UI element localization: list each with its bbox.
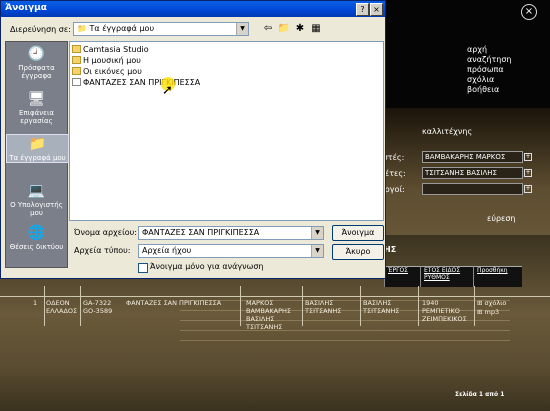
row-add-comment[interactable]: ⊞ σχόλιο: [477, 299, 506, 307]
add-comment-label: σχόλιο: [484, 299, 507, 307]
column-divider: [418, 286, 419, 326]
file-name: Camtasia Studio: [83, 45, 149, 54]
column-divider: [302, 286, 303, 326]
nav-home-link[interactable]: αρχή: [467, 45, 511, 55]
dialog-title: Άνοιγμα: [5, 3, 47, 13]
place-desktop[interactable]: 🖥 Επιφάνεια εργασίας: [6, 90, 67, 125]
add-mp3-icon: ⊞: [477, 308, 483, 316]
desktop-icon: 🖥: [27, 91, 46, 107]
composers-add-icon[interactable]: +: [524, 169, 532, 177]
mouse-pointer-icon: ➚: [162, 83, 173, 98]
look-in-folder-icon: 📁: [77, 24, 90, 33]
file-type-label: Αρχεία τύπου:: [74, 246, 131, 255]
filename-input[interactable]: ΦΑΝΤΑΖΕΣ ΣΑΝ ΠΡΙΓΚΙΠΕΣΣΑ ▼: [138, 226, 324, 240]
app-nav-menu: αρχή αναζήτηση πρόσωπα σχόλια βοήθεια: [467, 45, 511, 95]
look-in-dropdown[interactable]: 📁 Τα έγγραφά μου ▼: [73, 22, 249, 36]
list-item[interactable]: Οι εικόνες μου: [72, 66, 142, 77]
file-name: ΦΑΝΤΑΖΕΣ ΣΑΝ ΠΡΙΓΚΙΠΕΣΣΑ: [83, 78, 201, 87]
header-year-genre[interactable]: ΕΤΟΣ ΕΙΔΟΣ ΡΥΘΜΟΣ: [420, 266, 474, 287]
composers-field[interactable]: ΤΣΙΤΣΑΝΗΣ ΒΑΣΙΛΗΣ: [422, 167, 523, 179]
table-row-divider: [0, 296, 550, 297]
chevron-down-icon: ▼: [311, 227, 323, 239]
dialog-titlebar[interactable]: Άνοιγμα ? ×: [1, 1, 385, 17]
chevron-down-icon: ▼: [311, 245, 323, 257]
row-singers: ΜΑΡΚΟΣ ΒΑΜΒΑΚΑΡΗΣ ΒΑΣΙΛΗΣ ΤΣΙΤΣΑΝΗΣ: [246, 299, 292, 331]
network-icon: 🌐: [27, 225, 46, 241]
help-button[interactable]: ?: [356, 3, 369, 16]
header-add[interactable]: Προσθήκη: [473, 266, 522, 287]
nav-search-link[interactable]: αναζήτηση: [467, 55, 511, 65]
audio-file-icon: [72, 78, 81, 86]
row-company: ΟΔΕΟΝ ΕΛΛΑΔΟΣ: [46, 299, 78, 315]
row-add-mp3[interactable]: ⊞ mp3: [477, 308, 499, 316]
lyricists-add-icon[interactable]: +: [524, 185, 532, 193]
performers-add-icon[interactable]: +: [524, 153, 532, 161]
nav-people-link[interactable]: πρόσωπα: [467, 65, 511, 75]
column-divider: [240, 286, 241, 326]
look-in-value: Τα έγγραφά μου: [89, 24, 155, 33]
place-recent-documents[interactable]: 🕘 Πρόσφατα έγγραφα: [6, 45, 67, 80]
look-in-label: Διερεύνηση σε:: [10, 25, 71, 34]
file-list: Camtasia Studio Η μουσική μου Οι εικόνες…: [69, 41, 384, 221]
search-link[interactable]: εύρεση: [487, 214, 516, 223]
place-label: Ο Υπολογιστής μου: [10, 201, 63, 217]
row-catalog: GA-7322 GO-3589: [83, 299, 113, 315]
cancel-button[interactable]: Άκυρο: [332, 244, 384, 260]
place-network[interactable]: 🌐 Θέσεις δικτύου: [6, 224, 67, 251]
app-close-icon[interactable]: ×: [521, 4, 537, 20]
row-title[interactable]: ΦΑΝΤΑΖΕΣ ΣΑΝ ΠΡΙΓΚΙΠΕΣΣΑ: [126, 299, 221, 307]
folder-icon: [72, 45, 81, 53]
place-my-documents[interactable]: 📁 Τα έγγραφά μου: [6, 134, 69, 163]
row-lyricist: ΒΑΣΙΛΗΣ ΤΣΙΤΣΑΝΗΣ: [363, 299, 400, 315]
artist-heading: καλλιτέχνης: [422, 127, 473, 136]
place-label: Τα έγγραφά μου: [9, 154, 66, 162]
list-item[interactable]: Η μουσική μου: [72, 55, 141, 66]
file-type-value: Αρχεία ήχου: [142, 246, 192, 255]
places-bar: 🕘 Πρόσφατα έγγραφα 🖥 Επιφάνεια εργασίας …: [5, 41, 69, 268]
back-icon[interactable]: ⇦: [261, 22, 275, 36]
lyricists-field[interactable]: [422, 183, 523, 195]
column-divider: [360, 286, 361, 326]
dialog-close-button[interactable]: ×: [370, 3, 383, 16]
views-menu-icon[interactable]: ▦: [309, 22, 323, 36]
folder-icon: [72, 67, 81, 75]
add-mp3-label: mp3: [484, 308, 500, 316]
place-my-computer[interactable]: 💻 Ο Υπολογιστής μου: [6, 182, 67, 217]
my-documents-icon: 📁: [28, 136, 47, 152]
place-label: Θέσεις δικτύου: [9, 243, 64, 251]
up-folder-icon[interactable]: 📁: [277, 22, 291, 36]
column-divider: [80, 286, 81, 326]
nav-help-link[interactable]: βοήθεια: [467, 85, 511, 95]
file-name: Η μουσική μου: [83, 56, 141, 65]
new-folder-icon[interactable]: ✱: [293, 22, 307, 36]
performers-field[interactable]: ΒΑΜΒΑΚΑΡΗΣ ΜΑΡΚΟΣ: [422, 151, 523, 163]
column-divider: [44, 286, 45, 326]
list-item[interactable]: ΦΑΝΤΑΖΕΣ ΣΑΝ ΠΡΙΓΚΙΠΕΣΣΑ: [72, 77, 200, 88]
file-name: Οι εικόνες μου: [83, 67, 142, 76]
pagination-text: Σελίδα 1 από 1: [455, 391, 505, 398]
folder-icon: [72, 56, 81, 64]
add-comment-icon: ⊞: [477, 299, 483, 307]
read-only-label: Άνοιγμα μόνο για ανάγνωση: [150, 262, 264, 271]
column-divider: [474, 286, 475, 326]
filename-value: ΦΑΝΤΑΖΕΣ ΣΑΝ ΠΡΙΓΚΙΠΕΣΣΑ: [142, 228, 260, 237]
filename-label: Όνομα αρχείου:: [74, 228, 137, 237]
row-year-genre: 1940 ΡΕΜΠΕΤΙΚΟ ΖΕΙΜΠΕΚΙΚΟΣ: [422, 299, 467, 323]
row-number: 1: [33, 299, 38, 307]
recent-docs-icon: 🕘: [27, 46, 46, 62]
read-only-checkbox[interactable]: [138, 263, 148, 273]
row-composer: ΒΑΣΙΛΗΣ ΤΣΙΤΣΑΝΗΣ: [305, 299, 342, 315]
chevron-down-icon: ▼: [236, 23, 248, 35]
nav-comments-link[interactable]: σχόλια: [467, 75, 511, 85]
file-type-dropdown[interactable]: Αρχεία ήχου ▼: [138, 244, 324, 258]
place-label: Επιφάνεια εργασίας: [19, 109, 54, 125]
list-item[interactable]: Camtasia Studio: [72, 44, 149, 55]
place-label: Πρόσφατα έγγραφα: [18, 64, 55, 80]
my-computer-icon: 💻: [27, 183, 46, 199]
open-button[interactable]: Άνοιγμα: [332, 225, 384, 241]
open-file-dialog: Άνοιγμα ? × Διερεύνηση σε: 📁 Τα έγγραφά …: [0, 0, 386, 279]
